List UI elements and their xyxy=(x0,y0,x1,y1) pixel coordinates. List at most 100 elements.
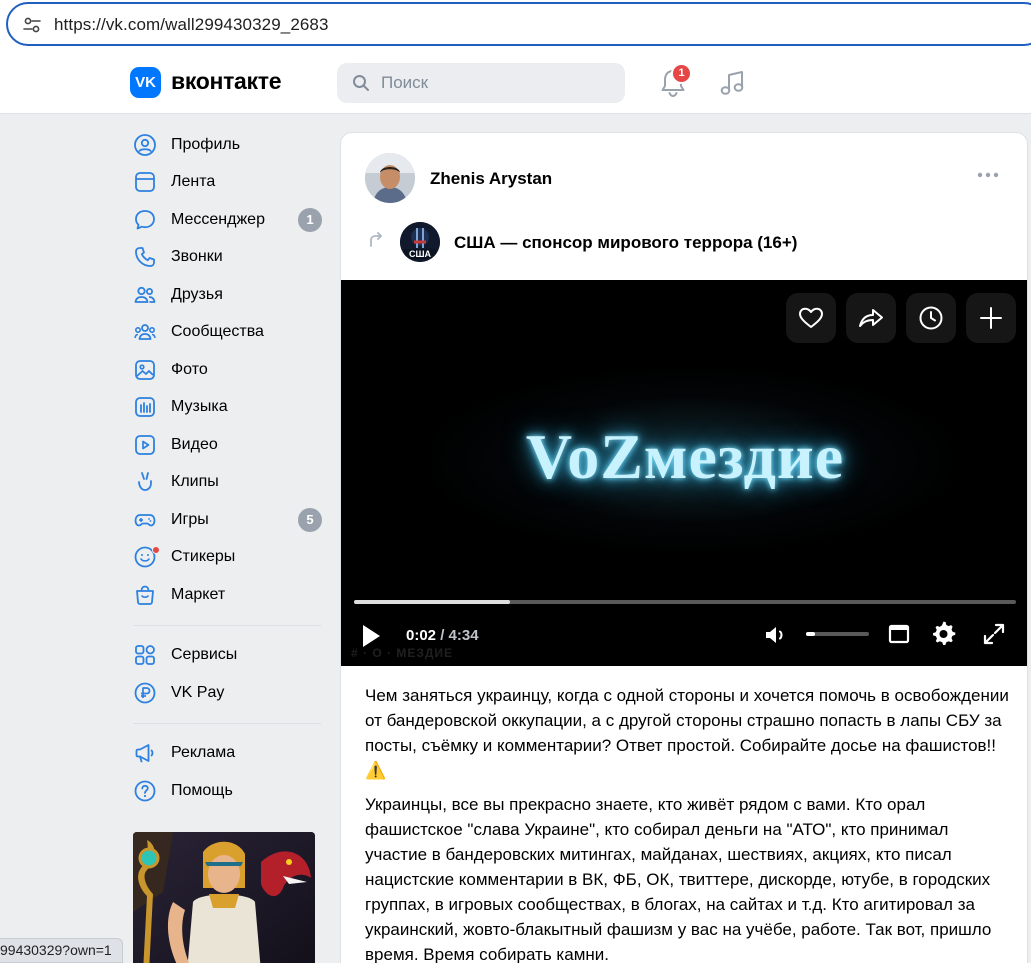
fullscreen-icon[interactable] xyxy=(981,621,1007,647)
author-photo xyxy=(365,153,415,203)
share-video-button[interactable] xyxy=(846,293,896,343)
post-paragraph: Украинцы, все вы прекрасно знаете, кто ж… xyxy=(365,795,992,963)
search-box[interactable] xyxy=(337,63,625,103)
vkpay-icon xyxy=(134,682,156,704)
vk-logo-icon[interactable]: VK xyxy=(130,67,161,98)
site-settings-icon[interactable] xyxy=(22,15,42,35)
sidebar-item-communities[interactable]: Сообщества xyxy=(130,314,325,352)
source-group-avatar[interactable]: США xyxy=(400,222,440,262)
sidebar-item-label: Стикеры xyxy=(171,548,236,566)
volume-slider[interactable] xyxy=(806,632,869,636)
sidebar-item-profile[interactable]: Профиль xyxy=(130,126,325,164)
video-time: 0:02 / 4:34 xyxy=(406,627,479,644)
heart-icon xyxy=(799,307,823,328)
sidebar-item-label: Мессенджер xyxy=(171,210,265,228)
messenger-count-badge: 1 xyxy=(298,208,322,232)
repost-arrow-icon xyxy=(370,232,382,247)
sidebar-item-label: Реклама xyxy=(171,744,236,762)
video-progress-fill xyxy=(354,600,510,604)
plus-icon xyxy=(980,307,1002,329)
friends-icon xyxy=(134,286,156,303)
post-author-name[interactable]: Zhenis Arystan xyxy=(430,169,552,189)
site-header: VK вконтакте 1 xyxy=(0,52,1031,114)
sidebar-item-vkpay[interactable]: VK Pay xyxy=(130,674,325,712)
sidebar-item-label: Клипы xyxy=(171,473,219,491)
address-bar[interactable]: https://vk.com/wall299430329_2683 xyxy=(6,2,1031,46)
sidebar-item-video[interactable]: Видео xyxy=(130,426,325,464)
phone-icon xyxy=(135,247,155,268)
sidebar-item-calls[interactable]: Звонки xyxy=(130,239,325,277)
sidebar-item-label: Сервисы xyxy=(171,646,238,664)
sidebar-item-services[interactable]: Сервисы xyxy=(130,637,325,675)
notifications-badge: 1 xyxy=(671,63,692,84)
repost-source-name[interactable]: США — спонсор мирового террора (16+) xyxy=(454,233,797,253)
sidebar-item-stickers[interactable]: Стикеры xyxy=(130,539,325,577)
post-paragraph: Чем заняться украинцу, когда с одной сто… xyxy=(365,686,1009,780)
video-icon xyxy=(135,434,155,455)
sidebar-divider xyxy=(133,624,321,626)
clips-icon xyxy=(138,472,152,492)
sidebar-item-label: Звонки xyxy=(171,248,223,266)
sidebar-item-ads[interactable]: Реклама xyxy=(130,735,325,773)
sidebar-item-games[interactable]: Игры 5 xyxy=(130,501,325,539)
game-ad-banner[interactable] xyxy=(133,832,315,963)
sidebar-item-label: Маркет xyxy=(171,585,226,603)
sidebar-divider xyxy=(133,722,321,724)
vk-wordmark[interactable]: вконтакте xyxy=(171,68,282,95)
sidebar-item-label: Музыка xyxy=(171,398,228,416)
profile-icon xyxy=(134,133,156,156)
group-avatar-label: США xyxy=(409,249,432,259)
search-input[interactable] xyxy=(381,63,611,103)
services-icon xyxy=(135,645,155,666)
sidebar-item-label: Помощь xyxy=(171,781,233,799)
sidebar-item-music[interactable]: Музыка xyxy=(130,389,325,427)
like-video-button[interactable] xyxy=(786,293,836,343)
sidebar-item-clips[interactable]: Клипы xyxy=(130,464,325,502)
photo-icon xyxy=(135,359,155,380)
help-icon xyxy=(134,780,156,802)
sidebar-item-feed[interactable]: Лента xyxy=(130,164,325,202)
game-ad-illustration xyxy=(133,832,315,963)
video-time-separator: / xyxy=(436,627,449,644)
sidebar-item-label: Игры xyxy=(171,510,209,528)
sidebar-item-label: Лента xyxy=(171,173,216,191)
sidebar-item-label: Сообщества xyxy=(171,323,264,341)
sidebar-item-label: Профиль xyxy=(171,135,241,153)
clock-icon xyxy=(919,306,943,330)
author-avatar[interactable] xyxy=(365,153,415,203)
status-bar-url: 99430329?own=1 xyxy=(0,938,123,963)
video-progress-bar[interactable] xyxy=(354,600,1016,604)
sidebar-item-friends[interactable]: Друзья xyxy=(130,276,325,314)
video-player[interactable]: VoZмездие 0:02 / 4:34 # · О · МЕЗДИЕ xyxy=(341,280,1027,666)
wall-post: Zhenis Arystan США США — спонсор мировог… xyxy=(340,132,1028,963)
sidebar-item-label: Видео xyxy=(171,435,218,453)
sidebar-item-market[interactable]: Маркет xyxy=(130,576,325,614)
video-current-time: 0:02 xyxy=(406,627,437,644)
video-watermark-text: # · О · МЕЗДИЕ xyxy=(351,646,454,660)
share-icon xyxy=(859,309,883,327)
sidebar-item-help[interactable]: Помощь xyxy=(130,772,325,810)
feed-icon xyxy=(135,172,155,193)
sidebar-item-messenger[interactable]: Мессенджер 1 xyxy=(130,201,325,239)
market-icon xyxy=(136,585,154,605)
music-note-icon[interactable] xyxy=(718,68,748,98)
sidebar-item-label: VK Pay xyxy=(171,683,225,701)
source-group-logo: США xyxy=(400,222,440,262)
games-icon xyxy=(134,513,156,527)
sidebar-item-label: Фото xyxy=(171,360,208,378)
url-text[interactable]: https://vk.com/wall299430329_2683 xyxy=(54,15,329,35)
more-options-icon[interactable] xyxy=(977,169,999,181)
browser-toolbar: https://vk.com/wall299430329_2683 xyxy=(0,0,1031,52)
mini-player-icon[interactable] xyxy=(886,621,912,647)
communities-icon xyxy=(134,324,156,341)
add-video-button[interactable] xyxy=(966,293,1016,343)
volume-icon[interactable] xyxy=(763,623,789,647)
stickers-new-dot xyxy=(152,545,160,554)
music-icon xyxy=(135,397,155,418)
volume-slider-fill xyxy=(806,632,816,636)
post-body-text: Чем заняться украинцу, когда с одной сто… xyxy=(365,683,1015,963)
sidebar-item-photo[interactable]: Фото xyxy=(130,351,325,389)
settings-gear-icon[interactable] xyxy=(931,621,957,647)
video-title-frame: VoZмездие xyxy=(525,421,845,492)
watch-later-button[interactable] xyxy=(906,293,956,343)
